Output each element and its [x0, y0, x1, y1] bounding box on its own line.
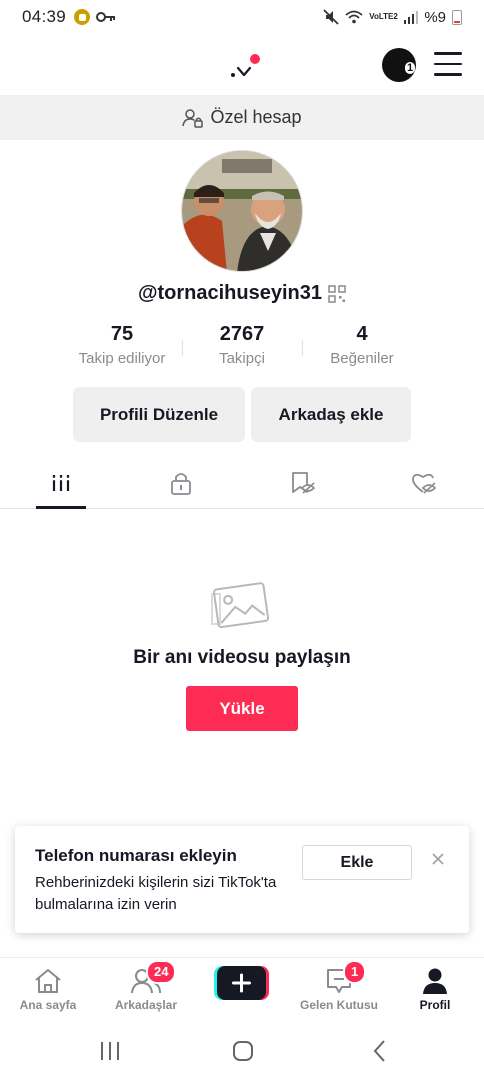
- tab-liked[interactable]: [410, 470, 438, 496]
- private-account-icon: [182, 108, 204, 128]
- add-phone-description: Rehberinizdeki kişilerin sizi TikTok'ta …: [35, 874, 277, 913]
- qr-code-icon[interactable]: [328, 284, 346, 303]
- upload-button[interactable]: Yükle: [186, 686, 298, 731]
- menu-icon[interactable]: [434, 52, 462, 76]
- empty-state-title: Bir anı videosu paylaşın: [133, 647, 351, 668]
- nav-profile-label: Profil: [419, 998, 451, 1012]
- home-system-icon[interactable]: [228, 1038, 258, 1064]
- add-phone-title: Telefon numarası ekleyin: [35, 846, 237, 865]
- username-row: @tornacihuseyin31: [0, 282, 484, 305]
- nav-home[interactable]: Ana sayfa: [3, 966, 93, 1012]
- tab-favorites[interactable]: [289, 470, 317, 496]
- profile-icon: [423, 968, 447, 994]
- bottom-nav: Ana sayfa Arkadaşlar 24 Gelen Kutusu 1 P…: [0, 957, 484, 1019]
- lock-icon: [171, 473, 191, 495]
- wifi-icon: [345, 10, 363, 24]
- following-label: Takip ediliyor: [78, 350, 166, 367]
- profile-tabs: [0, 462, 484, 509]
- coin-icon: [74, 9, 91, 25]
- system-navigation-bar: [0, 1020, 484, 1080]
- status-time: 04:39: [22, 7, 67, 26]
- battery-icon: [452, 9, 462, 25]
- inbox-badge: 1: [343, 960, 367, 984]
- nav-friends-label: Arkadaşlar: [114, 998, 178, 1012]
- edit-profile-button[interactable]: Profili Düzenle: [73, 387, 245, 442]
- profile-avatar[interactable]: [181, 150, 303, 272]
- battery-percent: %9: [424, 8, 446, 26]
- likes-count: 4: [356, 323, 368, 345]
- private-account-label: Özel hesap: [210, 107, 302, 127]
- add-phone-card: Telefon numarası ekleyin Rehberinizdeki …: [15, 826, 469, 933]
- home-icon: [35, 969, 61, 993]
- followers-count: 2767: [219, 323, 265, 345]
- add-friend-button[interactable]: Arkadaş ekle: [251, 387, 411, 442]
- tab-videos[interactable]: [47, 470, 75, 496]
- status-bar: 04:39 VoLTE2 %9: [0, 0, 484, 34]
- friends-badge: 24: [146, 960, 177, 984]
- following-count: 75: [110, 323, 134, 345]
- nav-home-label: Ana sayfa: [19, 998, 77, 1012]
- liked-hidden-icon: [412, 473, 437, 494]
- recent-apps-icon[interactable]: [95, 1038, 125, 1064]
- profile-actions: Profili Düzenle Arkadaş ekle: [73, 387, 411, 442]
- followers-label: Takipçi: [219, 350, 265, 367]
- videos-grid-icon: [52, 475, 70, 491]
- plus-icon: [214, 966, 269, 1000]
- nav-profile[interactable]: Profil: [390, 966, 480, 1012]
- likes-stat[interactable]: 4 Beğeniler: [302, 322, 422, 374]
- followers-stat[interactable]: 2767 Takipçi: [182, 322, 302, 374]
- close-icon[interactable]: [429, 850, 447, 868]
- private-account-banner: Özel hesap: [0, 95, 484, 140]
- profile-header: 1: [0, 34, 484, 94]
- back-icon[interactable]: [365, 1038, 395, 1064]
- volte-indicator: VoLTE2: [369, 12, 398, 21]
- tab-private[interactable]: [167, 470, 195, 496]
- profile-stats: 75 Takip ediliyor 2767 Takipçi 4 Beğenil…: [62, 322, 422, 374]
- switch-account-icon[interactable]: [222, 44, 266, 84]
- signal-icon: [403, 10, 419, 24]
- nav-inbox[interactable]: Gelen Kutusu: [294, 966, 384, 1012]
- mute-icon: [323, 9, 339, 25]
- likes-label: Beğeniler: [330, 350, 394, 367]
- favorites-hidden-icon: [292, 472, 316, 494]
- active-tab-indicator: [36, 506, 86, 509]
- key-icon: [96, 12, 116, 22]
- photo-placeholder-icon: [210, 578, 274, 632]
- add-phone-button[interactable]: Ekle: [302, 845, 412, 880]
- following-stat[interactable]: 75 Takip ediliyor: [62, 322, 182, 374]
- create-button[interactable]: [214, 966, 269, 1000]
- username: @tornacihuseyin31: [137, 282, 322, 304]
- account-badge: 1: [405, 62, 416, 74]
- nav-inbox-label: Gelen Kutusu: [299, 998, 378, 1012]
